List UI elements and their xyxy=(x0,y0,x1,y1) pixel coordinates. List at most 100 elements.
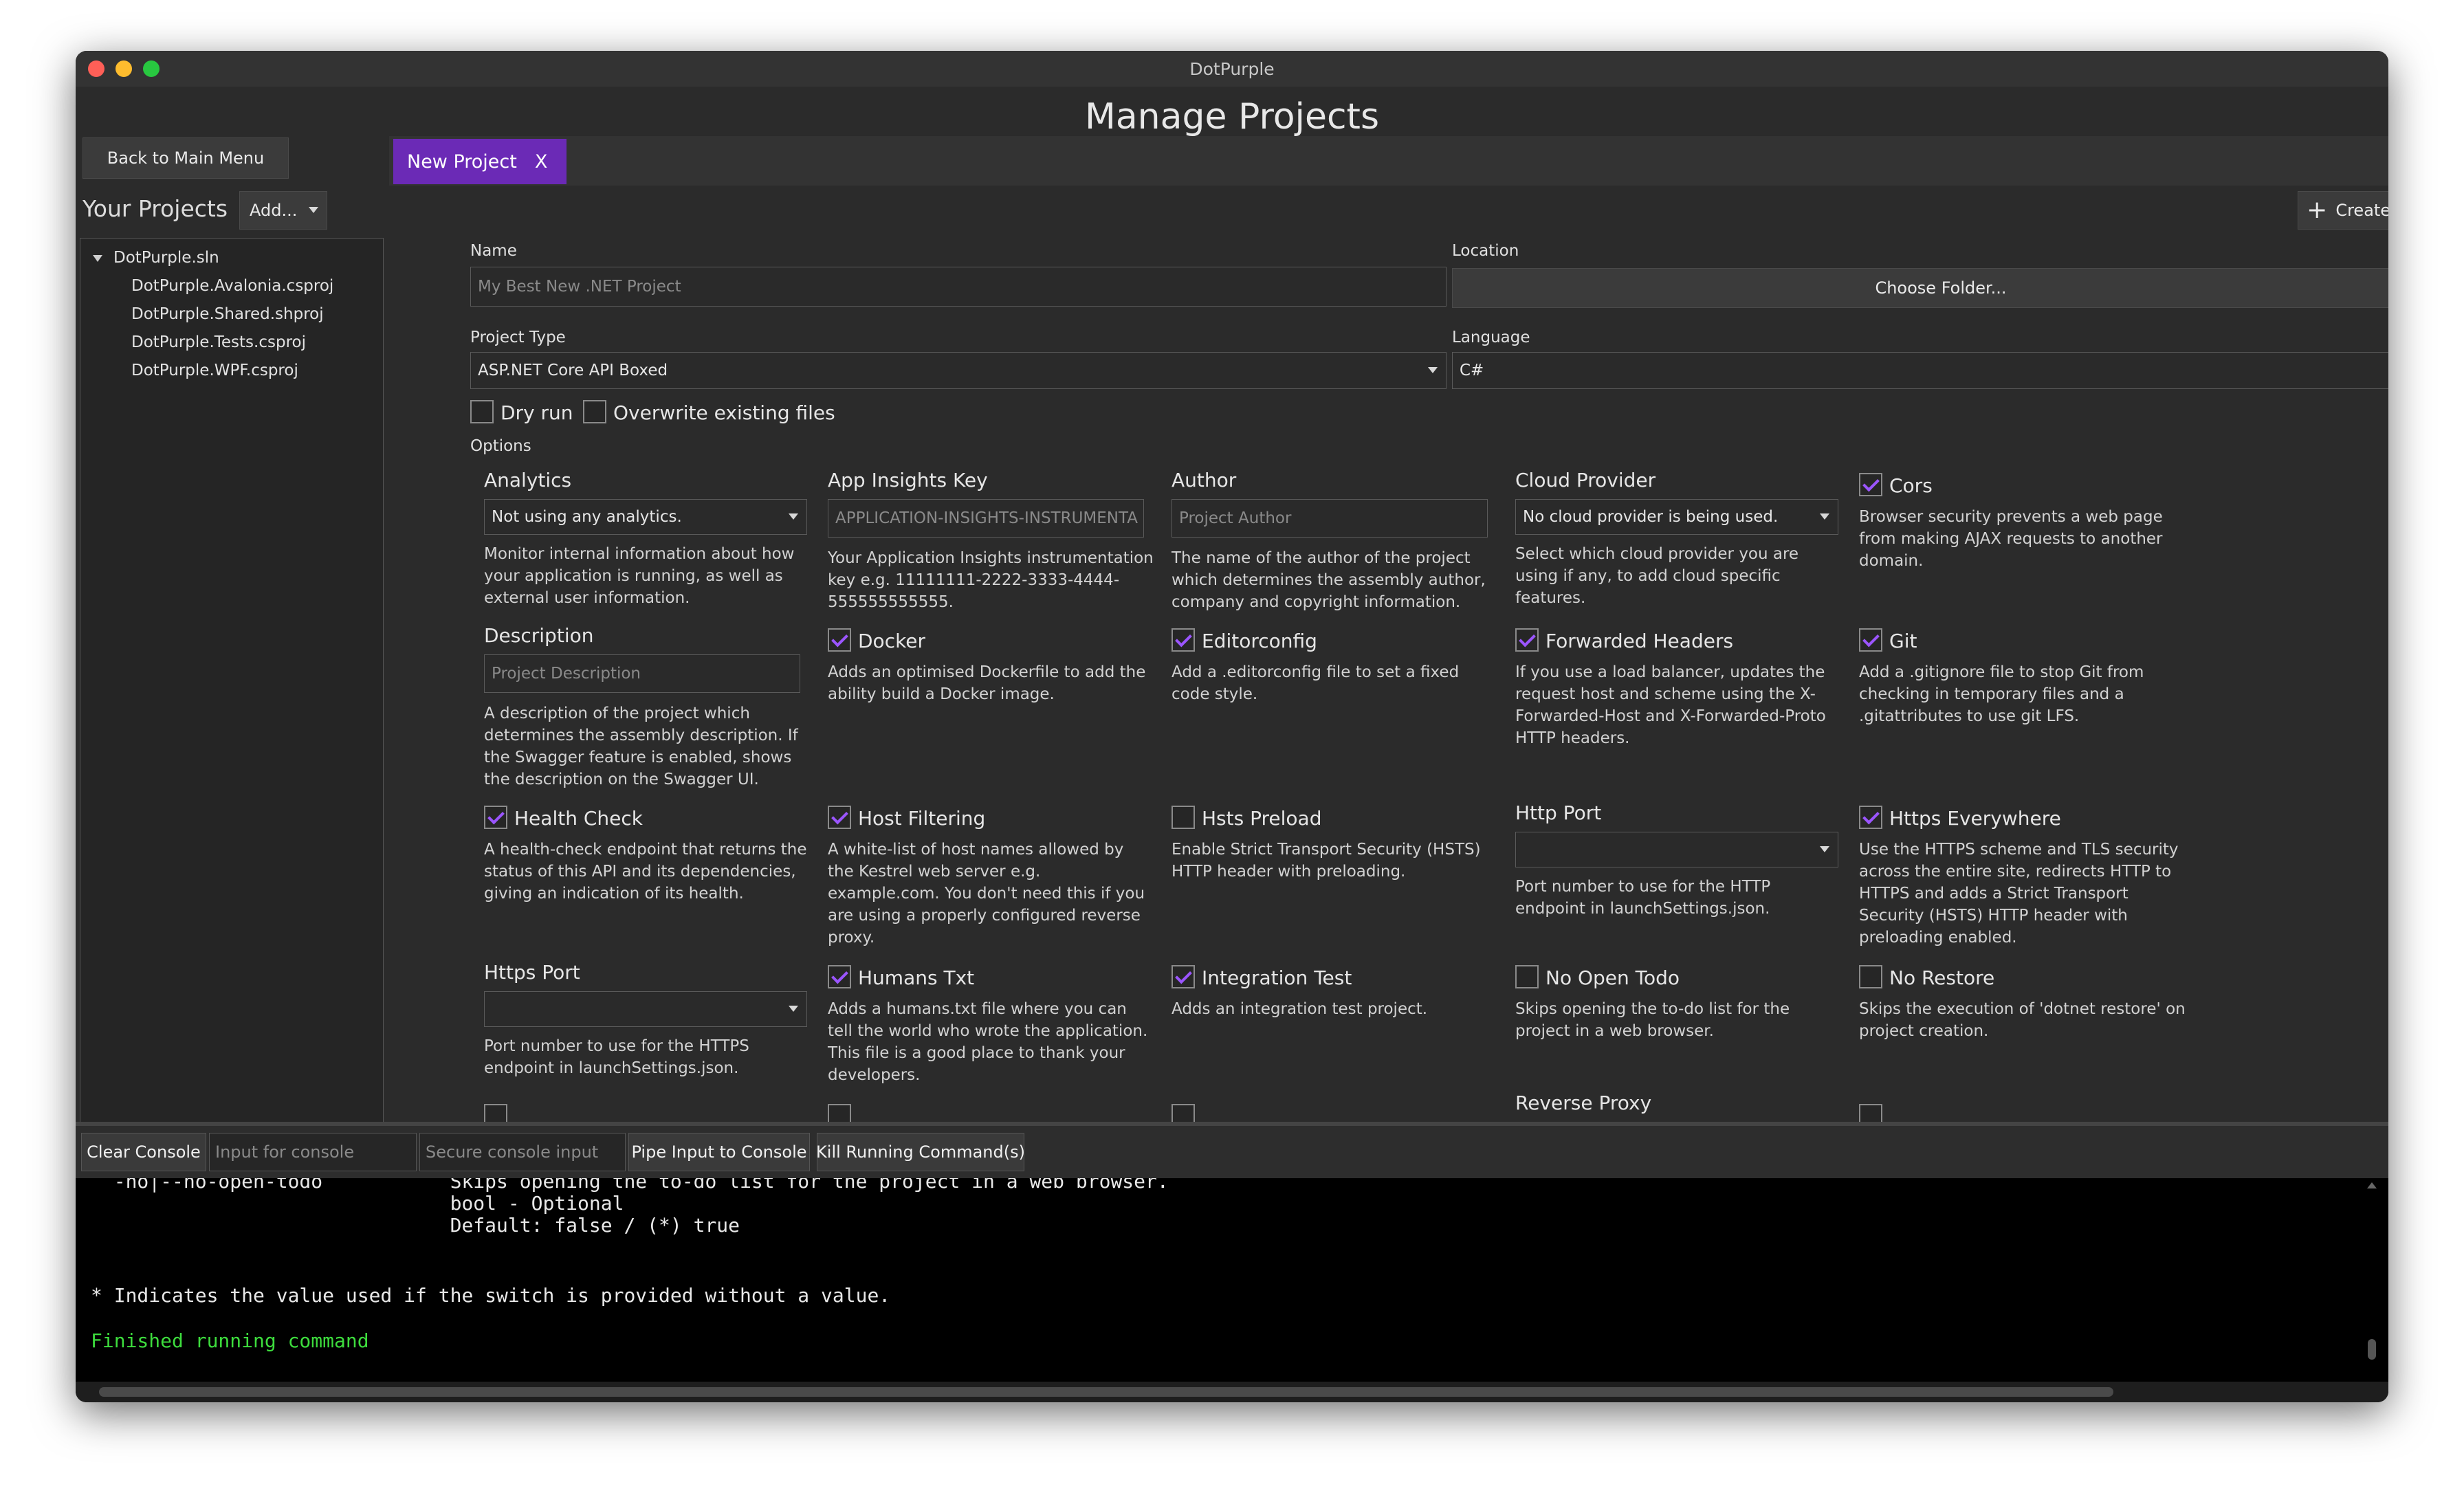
tab-close-button[interactable]: X xyxy=(535,151,548,173)
analytics-dropdown[interactable]: Not using any analytics. xyxy=(484,499,807,535)
tree-item-project[interactable]: DotPurple.WPF.csproj xyxy=(80,357,383,385)
option-checkbox[interactable] xyxy=(484,1104,507,1122)
add-project-dropdown[interactable]: Add... xyxy=(239,191,327,230)
window-title: DotPurple xyxy=(1189,58,1275,79)
scrollbar-thumb[interactable] xyxy=(99,1387,2113,1397)
cloud-provider-dropdown[interactable]: No cloud provider is being used. xyxy=(1515,499,1838,535)
integration-test-title: Integration Test xyxy=(1202,966,1352,989)
dry-run-checkbox[interactable] xyxy=(470,400,494,423)
choose-folder-button[interactable]: Choose Folder... xyxy=(1452,268,2388,308)
option-checkbox[interactable] xyxy=(1859,1104,1882,1122)
zoom-window-button[interactable] xyxy=(143,60,160,77)
git-title: Git xyxy=(1889,630,1917,652)
kill-commands-button[interactable]: Kill Running Command(s) xyxy=(816,1133,1025,1171)
description-title: Description xyxy=(484,624,594,647)
console-input[interactable]: Input for console xyxy=(209,1133,417,1171)
project-type-value: ASP.NET Core API Boxed xyxy=(478,362,668,379)
cloud-provider-title: Cloud Provider xyxy=(1515,469,1656,491)
tree-item-project[interactable]: DotPurple.Shared.shproj xyxy=(80,300,383,329)
humans-txt-checkbox[interactable] xyxy=(828,965,851,988)
pipe-input-button[interactable]: Pipe Input to Console xyxy=(628,1133,810,1171)
integration-test-desc: Adds an integration test project. xyxy=(1172,1000,1428,1018)
https-port-dropdown[interactable] xyxy=(484,991,807,1027)
tree-item-project[interactable]: DotPurple.Avalonia.csproj xyxy=(80,272,383,300)
forwarded-headers-title: Forwarded Headers xyxy=(1546,630,1734,652)
name-input[interactable]: My Best New .NET Project xyxy=(470,267,1446,307)
https-everywhere-desc: Use the HTTPS scheme and TLS security ac… xyxy=(1859,841,2179,947)
author-desc: The name of the author of the project wh… xyxy=(1172,549,1486,611)
console-hscrollbar[interactable] xyxy=(76,1382,2388,1402)
tree-item-solution[interactable]: DotPurple.sln xyxy=(80,244,383,272)
clear-console-button[interactable]: Clear Console xyxy=(81,1133,206,1171)
app-window: DotPurple Back to Main Menu Manage Proje… xyxy=(76,51,2388,1402)
author-input[interactable]: Project Author xyxy=(1172,499,1488,538)
plus-icon: + xyxy=(2307,196,2328,224)
https-everywhere-checkbox[interactable] xyxy=(1859,806,1882,829)
forwarded-headers-desc: If you use a load balancer, updates the … xyxy=(1515,663,1826,747)
overwrite-checkbox[interactable] xyxy=(583,400,606,423)
health-check-title: Health Check xyxy=(514,807,643,830)
docker-desc: Adds an optimised Dockerfile to add the … xyxy=(828,663,1146,703)
minimize-window-button[interactable] xyxy=(116,60,132,77)
https-port-title: Https Port xyxy=(484,961,580,984)
language-value: C# xyxy=(1460,362,1484,379)
hsts-preload-desc: Enable Strict Transport Security (HSTS) … xyxy=(1172,841,1481,881)
back-to-main-menu-button[interactable]: Back to Main Menu xyxy=(82,137,289,179)
app-insights-input[interactable]: APPLICATION-INSIGHTS-INSTRUMENTA xyxy=(828,499,1144,538)
no-restore-title: No Restore xyxy=(1889,966,1995,989)
scroll-up-icon[interactable] xyxy=(2367,1182,2377,1188)
description-input[interactable]: Project Description xyxy=(484,654,800,693)
hsts-preload-checkbox[interactable] xyxy=(1172,806,1195,829)
no-open-todo-checkbox[interactable] xyxy=(1515,965,1539,988)
https-everywhere-title: Https Everywhere xyxy=(1889,807,2061,830)
no-open-todo-title: No Open Todo xyxy=(1546,966,1680,989)
app-insights-desc: Your Application Insights instrumentatio… xyxy=(828,549,1154,611)
dry-run-label: Dry run xyxy=(500,401,573,424)
analytics-desc: Monitor internal information about how y… xyxy=(484,545,795,607)
language-dropdown[interactable]: C# xyxy=(1452,352,2388,389)
editorconfig-checkbox[interactable] xyxy=(1172,628,1195,652)
name-label: Name xyxy=(470,242,517,260)
create-project-button[interactable]: + Create Project xyxy=(2298,191,2388,230)
integration-test-checkbox[interactable] xyxy=(1172,965,1195,988)
host-filtering-checkbox[interactable] xyxy=(828,806,851,829)
host-filtering-title: Host Filtering xyxy=(858,807,986,830)
scrollbar-thumb[interactable] xyxy=(2368,1339,2376,1360)
tab-new-project[interactable]: New Project X xyxy=(393,139,566,184)
reverse-proxy-title: Reverse Proxy xyxy=(1515,1092,1652,1114)
docker-checkbox[interactable] xyxy=(828,628,851,652)
git-checkbox[interactable] xyxy=(1859,628,1882,652)
language-label: Language xyxy=(1452,329,1530,346)
tree-item-project[interactable]: DotPurple.Tests.csproj xyxy=(80,329,383,357)
cloud-provider-desc: Select which cloud provider you are usin… xyxy=(1515,545,1799,607)
sidebar: Your Projects Add... DotPurple.sln DotPu… xyxy=(76,186,386,1125)
console-line: -no|--no-open-todo Skips opening the to-… xyxy=(91,1178,1169,1193)
cors-checkbox[interactable] xyxy=(1859,473,1882,496)
cors-title: Cors xyxy=(1889,474,1933,497)
chevron-down-icon xyxy=(789,513,798,520)
console-line: bool - Optional xyxy=(91,1192,624,1215)
close-window-button[interactable] xyxy=(88,60,104,77)
http-port-dropdown[interactable] xyxy=(1515,832,1838,867)
forwarded-headers-checkbox[interactable] xyxy=(1515,628,1539,652)
option-checkbox[interactable] xyxy=(828,1104,851,1122)
sidebar-title: Your Projects xyxy=(82,195,228,222)
secure-console-input[interactable]: Secure console input xyxy=(419,1133,626,1171)
project-tree[interactable]: DotPurple.sln DotPurple.Avalonia.csproj … xyxy=(80,238,384,1125)
editorconfig-desc: Add a .editorconfig file to set a fixed … xyxy=(1172,663,1460,703)
expand-triangle-icon[interactable] xyxy=(93,254,102,262)
http-port-title: Http Port xyxy=(1515,801,1602,824)
option-checkbox[interactable] xyxy=(1172,1104,1195,1122)
health-check-checkbox[interactable] xyxy=(484,806,507,829)
no-restore-checkbox[interactable] xyxy=(1859,965,1882,988)
humans-txt-title: Humans Txt xyxy=(858,966,975,989)
chevron-down-icon xyxy=(1820,846,1829,852)
console-vscrollbar[interactable] xyxy=(2365,1182,2379,1389)
no-restore-desc: Skips the execution of 'dotnet restore' … xyxy=(1859,1000,2186,1040)
https-port-desc: Port number to use for the HTTPS endpoin… xyxy=(484,1037,749,1077)
project-type-dropdown[interactable]: ASP.NET Core API Boxed xyxy=(470,352,1446,389)
no-open-todo-desc: Skips opening the to-do list for the pro… xyxy=(1515,1000,1790,1040)
cloud-provider-value: No cloud provider is being used. xyxy=(1523,508,1779,526)
options-label: Options xyxy=(470,437,531,455)
analytics-value: Not using any analytics. xyxy=(492,508,682,526)
